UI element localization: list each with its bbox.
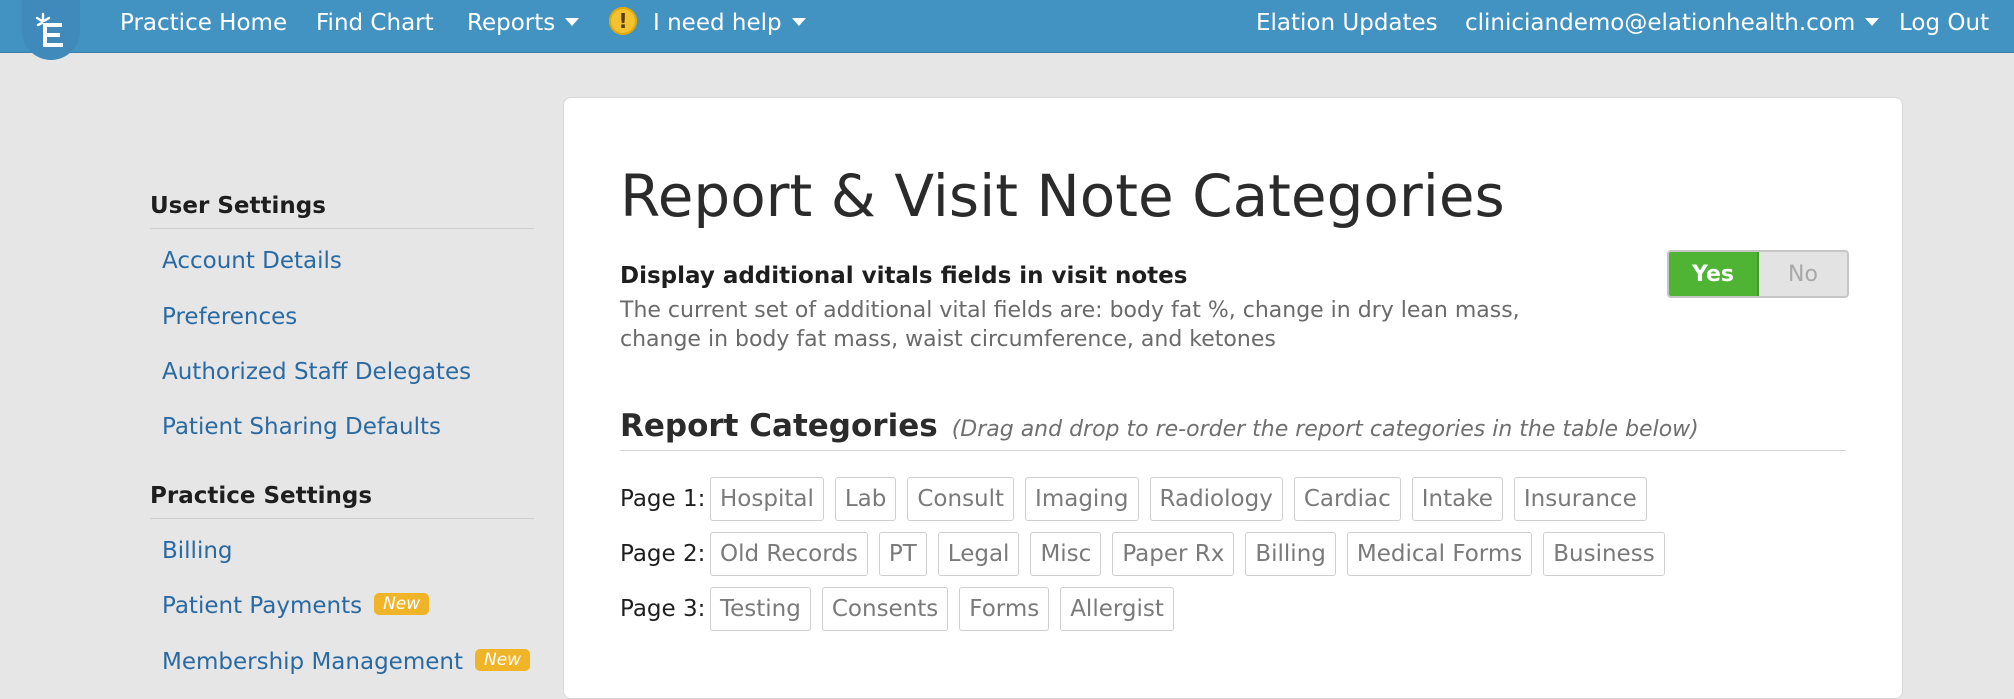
category-tag[interactable]: Cardiac bbox=[1293, 477, 1401, 521]
settings-sidebar: User Settings Account Details Preference… bbox=[0, 52, 560, 680]
page-label: Page 2: bbox=[620, 541, 706, 567]
nav-find-chart-label: Find Chart bbox=[316, 10, 434, 36]
sidebar-item-label: Billing bbox=[162, 538, 233, 564]
nav-find-chart[interactable]: Find Chart bbox=[316, 0, 434, 46]
nav-practice-home[interactable]: Practice Home bbox=[120, 0, 287, 46]
category-tag[interactable]: Intake bbox=[1411, 477, 1503, 521]
nav-user-menu[interactable]: cliniciandemo@elationhealth.com bbox=[1465, 0, 1880, 46]
section-hint: (Drag and drop to re-order the report ca… bbox=[951, 417, 1699, 442]
vitals-setting-description: The current set of additional vital fiel… bbox=[620, 298, 1520, 352]
category-tag[interactable]: Business bbox=[1543, 532, 1665, 576]
category-tag[interactable]: Legal bbox=[937, 532, 1020, 576]
sidebar-item-label: Membership Management bbox=[162, 649, 463, 675]
category-tag[interactable]: Imaging bbox=[1025, 477, 1139, 521]
category-tag[interactable]: PT bbox=[878, 532, 927, 576]
practice-settings-heading: Practice Settings bbox=[150, 483, 534, 519]
category-tag[interactable]: Old Records bbox=[710, 532, 868, 576]
category-tag[interactable]: Consult bbox=[907, 477, 1015, 521]
page-label: Page 3: bbox=[620, 596, 706, 622]
toggle-no-option[interactable]: No bbox=[1759, 252, 1847, 296]
nav-logout[interactable]: Log Out bbox=[1899, 0, 1989, 46]
report-categories-heading: Report Categories (Drag and drop to re-or… bbox=[620, 408, 1846, 451]
sidebar-item-billing[interactable]: Billing bbox=[162, 538, 233, 564]
section-title: Report Categories bbox=[620, 408, 938, 444]
nav-elation-updates[interactable]: Elation Updates bbox=[1256, 0, 1438, 46]
category-tag[interactable]: Paper Rx bbox=[1112, 532, 1235, 576]
category-page-row-2: Page 2: Old Records PT Legal Misc Paper … bbox=[620, 532, 1676, 576]
elation-logo[interactable] bbox=[22, 0, 80, 60]
category-tag[interactable]: Radiology bbox=[1149, 477, 1283, 521]
page-label: Page 1: bbox=[620, 486, 706, 512]
nav-help-menu[interactable]: ! I need help bbox=[609, 0, 806, 46]
vitals-yes-no-toggle[interactable]: Yes No bbox=[1667, 250, 1849, 298]
sidebar-item-patient-sharing-defaults[interactable]: Patient Sharing Defaults bbox=[162, 414, 441, 440]
chevron-down-icon bbox=[565, 17, 580, 26]
category-tag[interactable]: Medical Forms bbox=[1346, 532, 1533, 576]
new-badge: New bbox=[474, 648, 531, 671]
page-title: Report & Visit Note Categories bbox=[620, 162, 1505, 230]
nav-practice-home-label: Practice Home bbox=[120, 10, 288, 36]
settings-card: Report & Visit Note Categories Display a… bbox=[563, 97, 1903, 699]
chevron-down-icon bbox=[1865, 17, 1880, 26]
user-settings-heading: User Settings bbox=[150, 193, 534, 229]
category-tag[interactable]: Lab bbox=[834, 477, 897, 521]
category-tag[interactable]: Billing bbox=[1245, 532, 1336, 576]
category-tag[interactable]: Insurance bbox=[1513, 477, 1647, 521]
category-page-row-1: Page 1: Hospital Lab Consult Imaging Rad… bbox=[620, 477, 1658, 521]
new-badge: New bbox=[374, 592, 430, 615]
sidebar-item-authorized-staff-delegates[interactable]: Authorized Staff Delegates bbox=[162, 359, 471, 385]
sidebar-item-preferences[interactable]: Preferences bbox=[162, 304, 297, 330]
nav-reports-menu[interactable]: Reports bbox=[467, 0, 580, 46]
exclamation-warning-icon: ! bbox=[609, 6, 637, 35]
nav-updates-label: Elation Updates bbox=[1256, 10, 1438, 36]
category-tag[interactable]: Forms bbox=[959, 587, 1050, 631]
elation-logo-icon bbox=[35, 12, 63, 47]
category-tag[interactable]: Misc bbox=[1030, 532, 1102, 576]
category-tag[interactable]: Consents bbox=[821, 587, 949, 631]
vitals-setting-label: Display additional vitals fields in visi… bbox=[620, 263, 1188, 289]
user-email: cliniciandemo@elationhealth.com bbox=[1465, 10, 1856, 36]
sidebar-item-account-details[interactable]: Account Details bbox=[162, 248, 342, 274]
toggle-yes-option[interactable]: Yes bbox=[1669, 252, 1759, 296]
category-page-row-3: Page 3: Testing Consents Forms Allergist bbox=[620, 587, 1185, 631]
sidebar-item-membership-management[interactable]: Membership Management New bbox=[162, 648, 531, 675]
sidebar-item-patient-payments[interactable]: Patient Payments New bbox=[162, 592, 430, 619]
top-navbar: Practice Home Find Chart Reports ! I need… bbox=[0, 0, 2014, 60]
nav-help-label: I need help bbox=[653, 10, 782, 36]
sidebar-item-label: Patient Payments bbox=[162, 593, 363, 619]
nav-reports-label: Reports bbox=[467, 10, 556, 36]
category-tag[interactable]: Hospital bbox=[710, 477, 824, 521]
chevron-down-icon bbox=[791, 17, 806, 26]
category-tag[interactable]: Allergist bbox=[1060, 587, 1174, 631]
nav-logout-label: Log Out bbox=[1899, 10, 1990, 36]
category-tag[interactable]: Testing bbox=[710, 587, 811, 631]
